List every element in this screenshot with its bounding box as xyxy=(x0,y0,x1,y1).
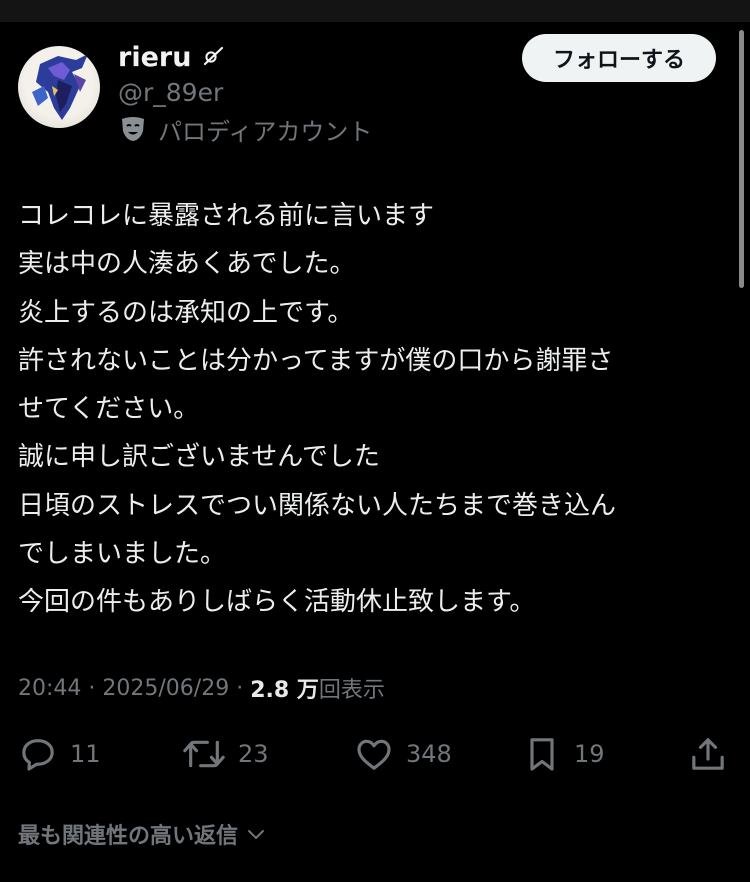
chevron-down-icon xyxy=(248,830,265,839)
post-text: コレコレに暴露される前に言います 実は中の人湊あくあでした。 炎上するのは承知の… xyxy=(18,192,728,627)
repost-icon xyxy=(183,740,225,768)
repost-button[interactable]: 23 xyxy=(182,732,269,776)
post-date[interactable]: 2025/06/29 xyxy=(102,676,229,701)
meta-separator: · xyxy=(229,675,251,701)
post-line: でしまいました。 xyxy=(18,539,227,570)
repost-count: 23 xyxy=(238,740,269,768)
share-button[interactable] xyxy=(688,732,728,776)
like-count: 348 xyxy=(406,740,452,768)
view-label: 回表示 xyxy=(318,678,385,703)
post-line: 炎上するのは承知の上です。 xyxy=(18,297,354,328)
post-time[interactable]: 20:44 xyxy=(18,676,81,701)
post-line: 許されないことは分かってますが僕の口から謝罪さ xyxy=(18,345,614,376)
bookmark-icon xyxy=(530,738,554,771)
top-status-strip xyxy=(0,0,750,22)
like-button[interactable]: 348 xyxy=(354,732,452,776)
display-name-text: rieru xyxy=(118,42,192,73)
reply-button[interactable]: 11 xyxy=(18,732,101,776)
display-name[interactable]: rieru xyxy=(118,40,225,76)
post-line: 実は中の人湊あくあでした。 xyxy=(18,249,356,280)
reply-sort-dropdown[interactable]: 最も関連性の高い返信 xyxy=(18,814,268,854)
heart-icon xyxy=(357,739,391,770)
bookmark-count: 19 xyxy=(574,740,605,768)
avatar[interactable] xyxy=(18,46,100,128)
share-icon xyxy=(692,738,724,770)
follow-button[interactable]: フォローする xyxy=(522,34,716,82)
reply-icon xyxy=(22,739,54,771)
curl-symbol-icon xyxy=(203,46,223,66)
reply-sort-label: 最も関連性の高い返信 xyxy=(18,824,239,849)
post-line: 今回の件もありしばらく活動休止致します。 xyxy=(18,587,536,618)
avatar-image xyxy=(32,54,88,120)
post-line: コレコレに暴露される前に言います xyxy=(18,201,435,231)
post-line: 日頃のストレスでつい関係ない人たちまで巻き込ん xyxy=(18,490,617,521)
post-line: 誠に申し訳ございませんでした xyxy=(18,442,380,473)
bookmark-button[interactable]: 19 xyxy=(522,732,605,776)
view-count: 2.8 万 xyxy=(250,678,319,703)
post-meta: 20:44 · 2025/06/29 · 2.8 万 回表示 xyxy=(18,670,385,706)
parody-account-label: パロディアカウント xyxy=(118,112,372,146)
theater-mask-icon xyxy=(122,117,144,141)
scrollbar[interactable] xyxy=(739,30,744,288)
reply-count: 11 xyxy=(70,740,101,768)
parody-label-text: パロディアカウント xyxy=(158,117,373,146)
post-line: せてください。 xyxy=(18,394,200,425)
meta-separator: · xyxy=(81,675,103,701)
user-handle[interactable]: @r_89er xyxy=(118,76,223,110)
